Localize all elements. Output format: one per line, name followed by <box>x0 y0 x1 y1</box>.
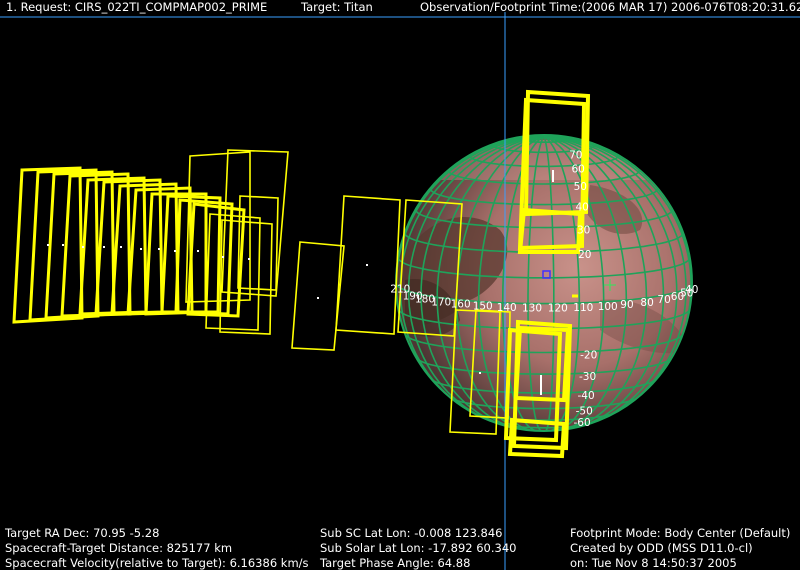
spacecraft-velocity: Spacecraft Velocity(relative to Target):… <box>5 556 309 570</box>
target-ra-dec: Target RA Dec: 70.95 -5.28 <box>5 526 160 540</box>
footprint <box>291 241 345 351</box>
grid-label: 80 <box>640 297 653 309</box>
sub-solar-lat-lon: Sub Solar Lat Lon: -17.892 60.340 <box>320 541 517 555</box>
grid-label: 150 <box>473 301 493 313</box>
grid-label: 110 <box>573 302 593 314</box>
spacecraft-distance: Spacecraft-Target Distance: 825177 km <box>5 541 233 555</box>
grid-label: -60 <box>574 417 591 429</box>
grid-label: 160 <box>451 299 471 311</box>
grid-label: -30 <box>579 371 596 383</box>
created-by: Created by ODD (MSS D11.0-cl) <box>570 541 753 555</box>
grid-label: -20 <box>580 349 597 361</box>
titan-globe <box>395 134 693 432</box>
footprint-viewer[interactable]: 1. Request: CIRS_022TI_COMPMAP002_PRIME … <box>0 0 800 570</box>
grid-label: 140 <box>497 302 517 314</box>
grid-label: 50 <box>574 181 587 193</box>
grid-label: 20 <box>578 249 591 261</box>
sub-sc-lat-lon: Sub SC Lat Lon: -0.008 123.846 <box>320 526 503 540</box>
grid-label: 60 <box>572 163 585 175</box>
phase-angle: Target Phase Angle: 64.88 <box>320 556 471 570</box>
grid-label: -50 <box>576 405 593 417</box>
grid-label: 70 <box>657 294 670 306</box>
grid-label: 100 <box>598 301 618 313</box>
grid-label: 120 <box>548 303 568 315</box>
created-on: on: Tue Nov 8 14:50:37 2005 <box>570 556 737 570</box>
grid-label: 40 <box>685 284 698 296</box>
grid-label: 90 <box>620 299 633 311</box>
scene: 210190180170 160 150 140 130 120 110 100 90 80 70 6… <box>0 12 800 570</box>
footprint-mode: Footprint Mode: Body Center (Default) <box>570 526 791 540</box>
grid-label: -40 <box>578 390 595 402</box>
grid-label: 70 <box>569 149 582 161</box>
grid-label: 130 <box>522 303 542 315</box>
grid-label: 40 <box>576 202 589 214</box>
grid-label: 30 <box>577 225 590 237</box>
grid-label: 170 <box>431 296 451 308</box>
